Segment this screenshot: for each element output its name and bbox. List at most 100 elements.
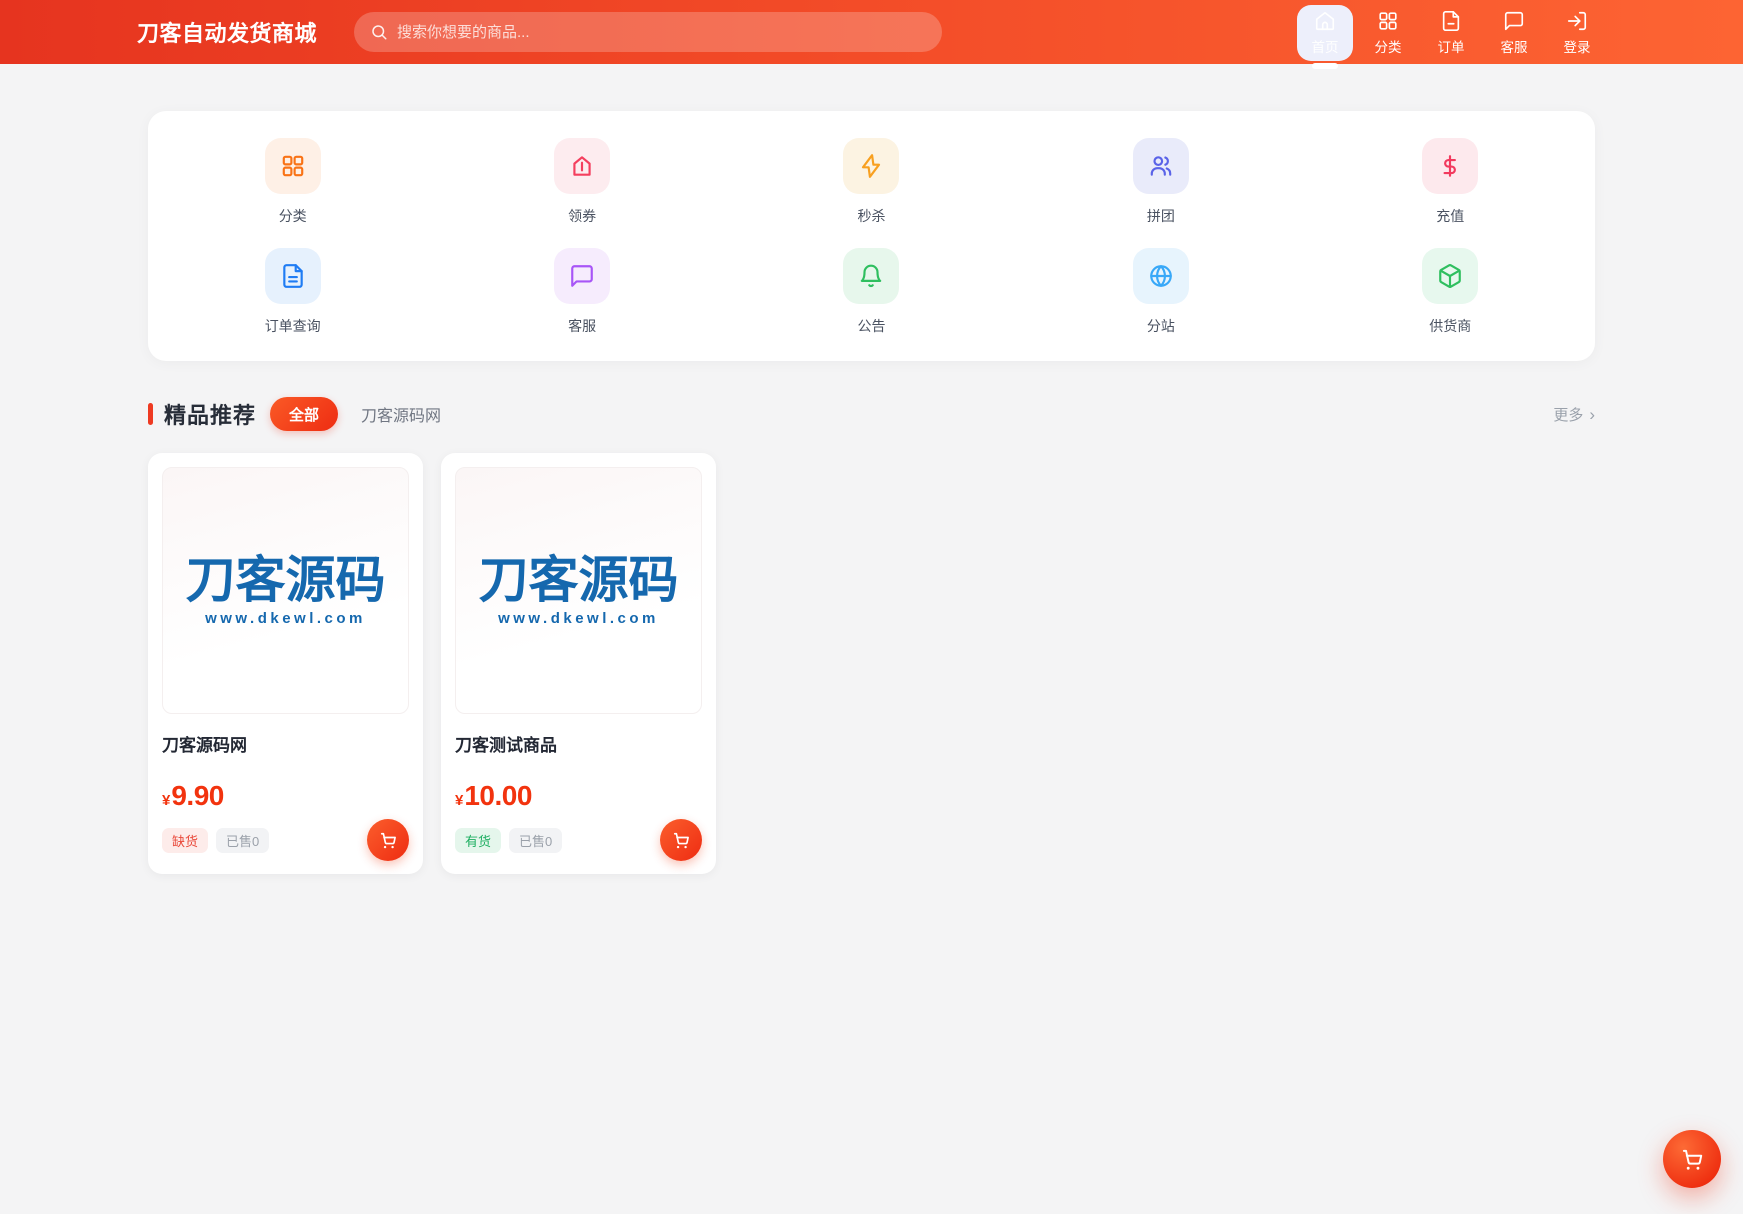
lightning-icon [862,154,881,178]
quick-item-label: 分站 [1146,318,1175,334]
tile [1132,248,1189,304]
nav-item-orders[interactable]: 订单 [1423,5,1479,61]
quick-item-announcements[interactable]: 公告 [727,248,1016,336]
quick-item-support[interactable]: 客服 [437,248,726,336]
sold-badge: 已售0 [216,827,270,853]
nav-item-label: 登录 [1563,39,1591,55]
dollar-icon [1443,155,1457,177]
quick-item-label: 领券 [568,208,597,224]
quick-item-label: 拼团 [1146,208,1175,224]
search-icon [372,25,387,40]
quick-item-label: 订单查询 [264,318,321,334]
cart-icon [673,832,689,849]
chat-icon [1504,11,1524,30]
nav-item-label: 首页 [1311,39,1339,55]
quick-item-label: 公告 [857,318,886,334]
product-meta: 缺货 已售0 [162,819,409,861]
quick-item-label: 秒杀 [857,208,886,224]
active-tab-indicator [1312,62,1338,69]
search-input[interactable] [397,23,927,41]
quick-item-flash-sale[interactable]: 秒杀 [727,138,1016,226]
product-image-subtitle: www.dkewl.com [498,609,659,627]
product-price: ¥ 10.00 [455,780,702,812]
quick-item-label: 充值 [1436,208,1465,224]
nav-item-label: 分类 [1374,39,1402,55]
search-bar[interactable] [354,12,943,52]
nav-item-categories[interactable]: 分类 [1360,5,1416,61]
section-accent-bar [148,403,153,425]
globe-icon [1150,265,1172,287]
quick-item-order-lookup[interactable]: 订单查询 [148,248,437,336]
grid-icon [1379,11,1397,30]
more-label: 更多 [1553,406,1584,424]
tile [843,248,900,304]
quick-item-label: 客服 [568,318,597,334]
quick-item-categories[interactable]: 分类 [148,138,437,226]
tile [554,248,611,304]
more-link[interactable]: 更多 › [1553,404,1595,425]
tile [1422,138,1479,194]
quick-item-label: 分类 [278,208,307,224]
site-logo[interactable]: 刀客自动发货商城 [137,16,317,48]
nav-item-label: 订单 [1437,39,1465,55]
product-price: ¥ 9.90 [162,780,409,812]
product-title: 刀客测试商品 [455,736,557,755]
nav-item-login[interactable]: 登录 [1549,5,1605,61]
quick-item-group-buy[interactable]: 拼团 [1016,138,1305,226]
quick-item-substations[interactable]: 分站 [1016,248,1305,336]
tile [554,138,611,194]
chevron-right-icon: › [1589,404,1595,424]
product-image: 刀客源码 www.dkewl.com [455,467,702,714]
nav-item-label: 客服 [1500,39,1528,55]
chat-icon [571,265,593,287]
main-content: 分类 领券 秒杀 拼团 充值 订单查询 客服 公告 分站 供货商 精品推荐 全部… [148,111,1595,874]
tile [264,138,321,194]
product-meta: 有货 已售0 [455,819,702,861]
product-list: 刀客源码 www.dkewl.com 刀客源码网 ¥ 9.90 缺货 已售0 刀 [148,453,1595,874]
product-card[interactable]: 刀客源码 www.dkewl.com 刀客测试商品 ¥ 10.00 有货 已售0 [441,453,716,874]
quick-item-label: 供货商 [1429,318,1472,334]
stock-badge: 缺货 [162,827,209,853]
cart-icon [380,832,396,849]
bell-icon [861,264,882,288]
section-title: 精品推荐 [164,403,257,428]
product-card[interactable]: 刀客源码 www.dkewl.com 刀客源码网 ¥ 9.90 缺货 已售0 [148,453,423,874]
file-icon [1442,10,1460,31]
nav-item-support[interactable]: 客服 [1486,5,1542,61]
add-to-cart-button[interactable] [367,819,409,861]
top-navbar: 刀客自动发货商城 首页 分类 订单 [0,0,1743,69]
product-image-subtitle: www.dkewl.com [205,609,366,627]
tile [264,248,321,304]
add-to-cart-button[interactable] [660,819,702,861]
floating-cart-button[interactable] [1663,1130,1721,1188]
file-text-icon [282,264,303,288]
quick-item-coupons[interactable]: 领券 [437,138,726,226]
tile [1132,138,1189,194]
nav-item-home[interactable]: 首页 [1297,4,1353,69]
tile [1422,248,1479,304]
quick-item-suppliers[interactable]: 供货商 [1306,248,1595,336]
product-title: 刀客源码网 [162,736,247,755]
login-icon [1567,11,1587,30]
currency-symbol: ¥ [455,792,464,809]
main-nav: 首页 分类 订单 客服 登录 [1297,4,1605,69]
users-icon [1150,156,1172,176]
stock-badge: 有货 [455,827,502,853]
price-amount: 9.90 [171,780,224,811]
quick-item-recharge[interactable]: 充值 [1306,138,1595,226]
home-icon [1315,11,1335,30]
coupon-icon [573,156,591,176]
category-tab[interactable]: 刀客源码网 [361,402,441,426]
section-header: 精品推荐 全部 刀客源码网 更多 › [148,397,1595,431]
product-image: 刀客源码 www.dkewl.com [162,467,409,714]
product-image-title: 刀客源码 [478,551,679,608]
filter-all-button[interactable]: 全部 [270,397,339,431]
price-amount: 10.00 [464,780,532,811]
cart-icon [1682,1149,1703,1170]
currency-symbol: ¥ [162,792,171,809]
grid-icon [282,155,303,177]
quick-menu-panel: 分类 领券 秒杀 拼团 充值 订单查询 客服 公告 分站 供货商 [148,111,1595,361]
sold-badge: 已售0 [509,827,563,853]
product-image-title: 刀客源码 [185,551,386,608]
package-icon [1439,264,1462,288]
